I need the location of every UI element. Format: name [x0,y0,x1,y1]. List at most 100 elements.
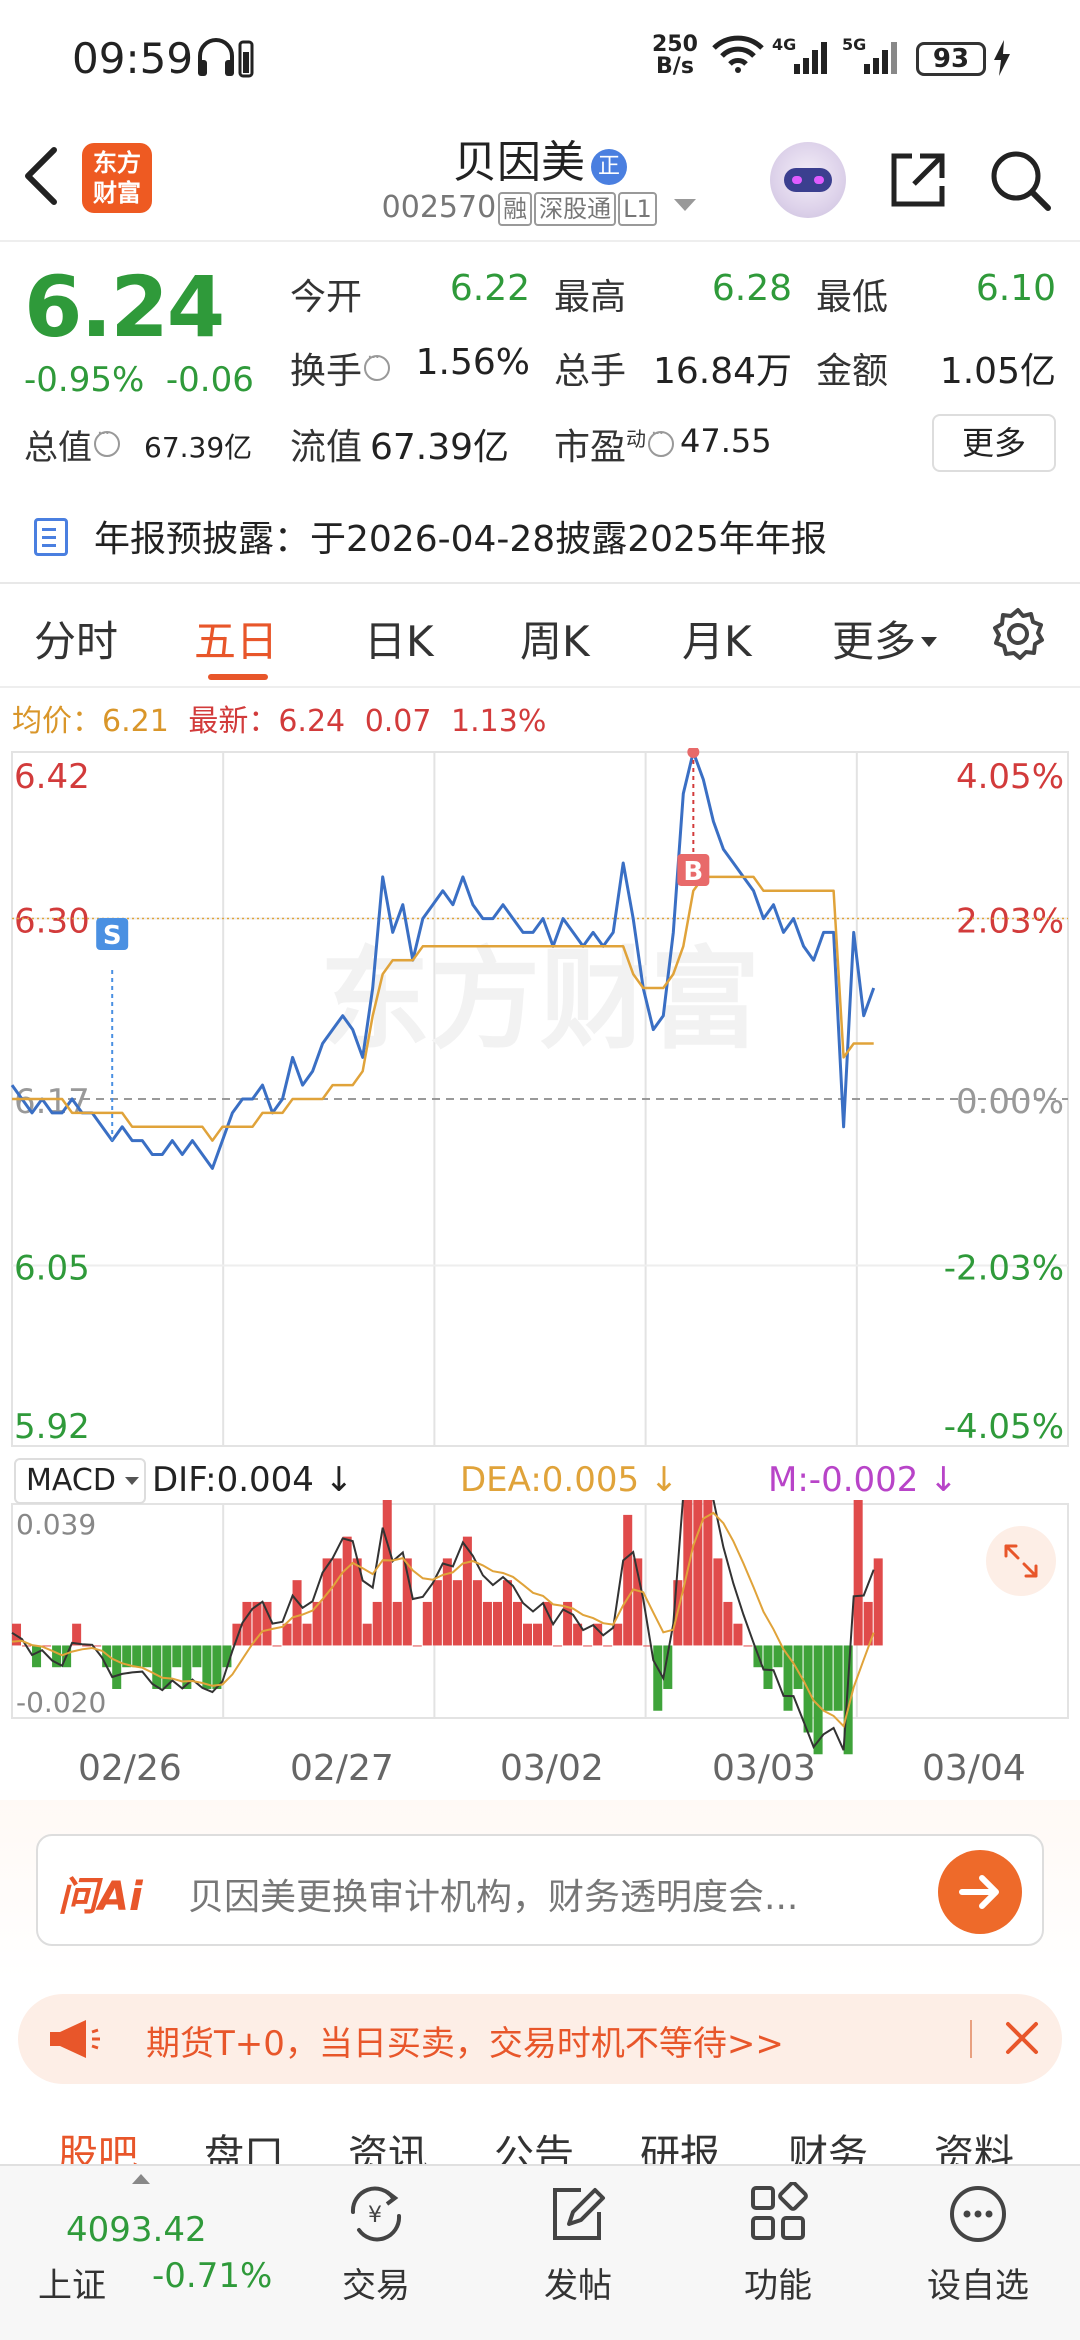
chart-settings-button[interactable] [990,606,1046,666]
high-value: 6.28 [711,268,792,309]
tab-announcements[interactable]: 公告 [494,2122,574,2164]
notice-bar[interactable]: 年报预披露：于2026-04-28披露2025年年报 [0,488,1080,584]
headphone-icon [196,38,254,82]
notice-text: 年报预披露：于2026-04-28披露2025年年报 [94,519,827,560]
nav-post[interactable]: 发帖 [508,2182,648,2322]
index-value: 4093.42 [66,2210,207,2250]
macd-bar-pos [533,1623,543,1646]
search-button[interactable] [988,148,1052,216]
charging-icon [992,40,1012,80]
tab-research[interactable]: 研报 [640,2122,720,2164]
nav-trade[interactable]: ¥ 交易 [306,2182,446,2322]
tab-news[interactable]: 资讯 [348,2122,428,2164]
battery-indicator: 93 [916,42,986,76]
caret-down-icon [921,637,938,647]
date-tick: 03/02 [500,1748,604,1789]
macd-bar-pos [693,1500,703,1646]
status-bar: 09:59 250 B/s 4G 5G 93 [0,0,1080,118]
promo-banner[interactable]: 期货T+0，当日买卖，交易时机不等待>> [18,1994,1062,2084]
avg-price-line: 均价：6.21 最新：6.24 0.07 1.13% [12,704,547,739]
content-tabs: 股吧 盘口 资讯 公告 研报 财务 资料 [0,2104,1080,2164]
share-button[interactable] [886,148,950,216]
macd-bar-neg [823,1645,833,1711]
mktcap-label[interactable]: 总值 [24,420,122,469]
macd-bar-neg [212,1645,222,1689]
macd-dif: DIF:0.004 ↓ [152,1460,354,1500]
tag-margin: 融 [498,192,533,226]
low-label: 最低 [816,277,889,318]
document-icon [34,518,68,556]
tab-five-day[interactable]: 五日 [194,608,278,669]
ai-search-placeholder: 贝因美更换审计机构，财务透明度会... [188,1877,799,1918]
caret-down-icon [124,1477,139,1485]
tab-forum[interactable]: 股吧 [58,2122,138,2164]
float-cap-value: 67.39亿 [370,427,510,468]
macd-bar-pos [512,1601,523,1646]
tab-more[interactable]: 更多 [832,608,938,669]
tab-monthly-k[interactable]: 月K [682,608,752,669]
bottom-nav: 4093.42 上证 -0.71% ¥ 交易 发帖 功能 设自选 [0,2164,1080,2340]
gear-icon [993,608,1044,660]
open-value: 6.22 [449,268,530,309]
signal-5g-icon: 5G [840,34,902,82]
ai-submit-button[interactable] [938,1850,1022,1934]
index-name: 上证 [38,2266,106,2306]
caret-down-icon [674,199,697,211]
macd-bar-pos [282,1623,292,1646]
macd-bar-pos [452,1580,462,1646]
amount-value: 1.05亿 [939,351,1056,392]
high-label: 最高 [554,277,627,318]
y-tick-label: 5.92 [14,1407,90,1447]
watermark: 东方财富 [320,936,760,1064]
price-chart-svg: 6.42 4.05%6.30 2.03%6.17 0.00%6.05 -2.03%5.9… [10,748,1069,1447]
tab-weekly-k[interactable]: 周K [520,608,590,669]
tab-daily-k[interactable]: 日K [364,608,434,669]
stock-code: 002570 [381,190,497,225]
info-icon [94,423,120,457]
current-price: 6.24 [24,258,225,356]
macd-bar-neg [132,1645,142,1668]
date-tick: 02/26 [78,1748,182,1789]
ai-robot-icon[interactable] [770,142,846,218]
nav-functions[interactable]: 功能 [708,2182,848,2322]
position-badge: 正 [591,149,627,185]
pe-label[interactable]: 市盈动 [554,418,676,470]
caret-up-icon [132,2174,150,2184]
five-day-chart[interactable]: 6.42 4.05% 6.30 2.03% 6.17 0.00% 6.05 -2.03% 5.9… [0,748,1080,1760]
search-icon [991,151,1051,211]
expand-chart-button[interactable] [986,1526,1056,1596]
macd-bar-neg [172,1645,182,1668]
macd-bar-pos [432,1580,442,1646]
turnover-label[interactable]: 换手 [290,342,392,394]
macd-bar-pos [743,1645,753,1647]
ai-search-box[interactable]: 问Ai 贝因美更换审计机构，财务透明度会... [36,1834,1044,1946]
nav-add-watchlist[interactable]: 设自选 [908,2182,1048,2322]
macd-bar-pos [262,1601,272,1646]
indicator-select[interactable]: MACD [14,1458,146,1504]
tab-intraday[interactable]: 分时 [34,608,118,669]
macd-bar-neg [192,1645,202,1668]
macd-bar-pos [362,1623,372,1646]
macd-bar-pos [853,1500,863,1646]
macd-bar-pos [382,1500,392,1646]
macd-bar-pos [523,1623,533,1646]
macd-bar-pos [292,1580,302,1646]
latest-price: 6.24 [278,704,346,739]
macd-bar-pos [392,1601,402,1646]
more-quote-button[interactable]: 更多 [932,414,1056,472]
tab-orderbook[interactable]: 盘口 [204,2122,284,2164]
macd-bar-neg [653,1645,663,1711]
float-cap-label: 流值 [290,427,363,468]
macd-bar-neg [32,1645,42,1668]
macd-bar-pos [412,1645,422,1647]
close-promo-button[interactable] [1002,2018,1042,2062]
macd-bar-pos [623,1514,633,1646]
promo-text: 期货T+0，当日买卖，交易时机不等待>> [146,2024,784,2064]
macd-bar-pos [332,1558,342,1646]
latest-change: 0.07 [364,704,432,739]
tab-profile[interactable]: 资料 [934,2122,1014,2164]
macd-bar-neg [142,1645,152,1668]
info-icon [364,347,391,381]
chart-date-axis: 02/26 02/27 03/02 03/03 03/04 [0,1748,1080,1798]
tab-financials[interactable]: 财务 [788,2122,868,2164]
